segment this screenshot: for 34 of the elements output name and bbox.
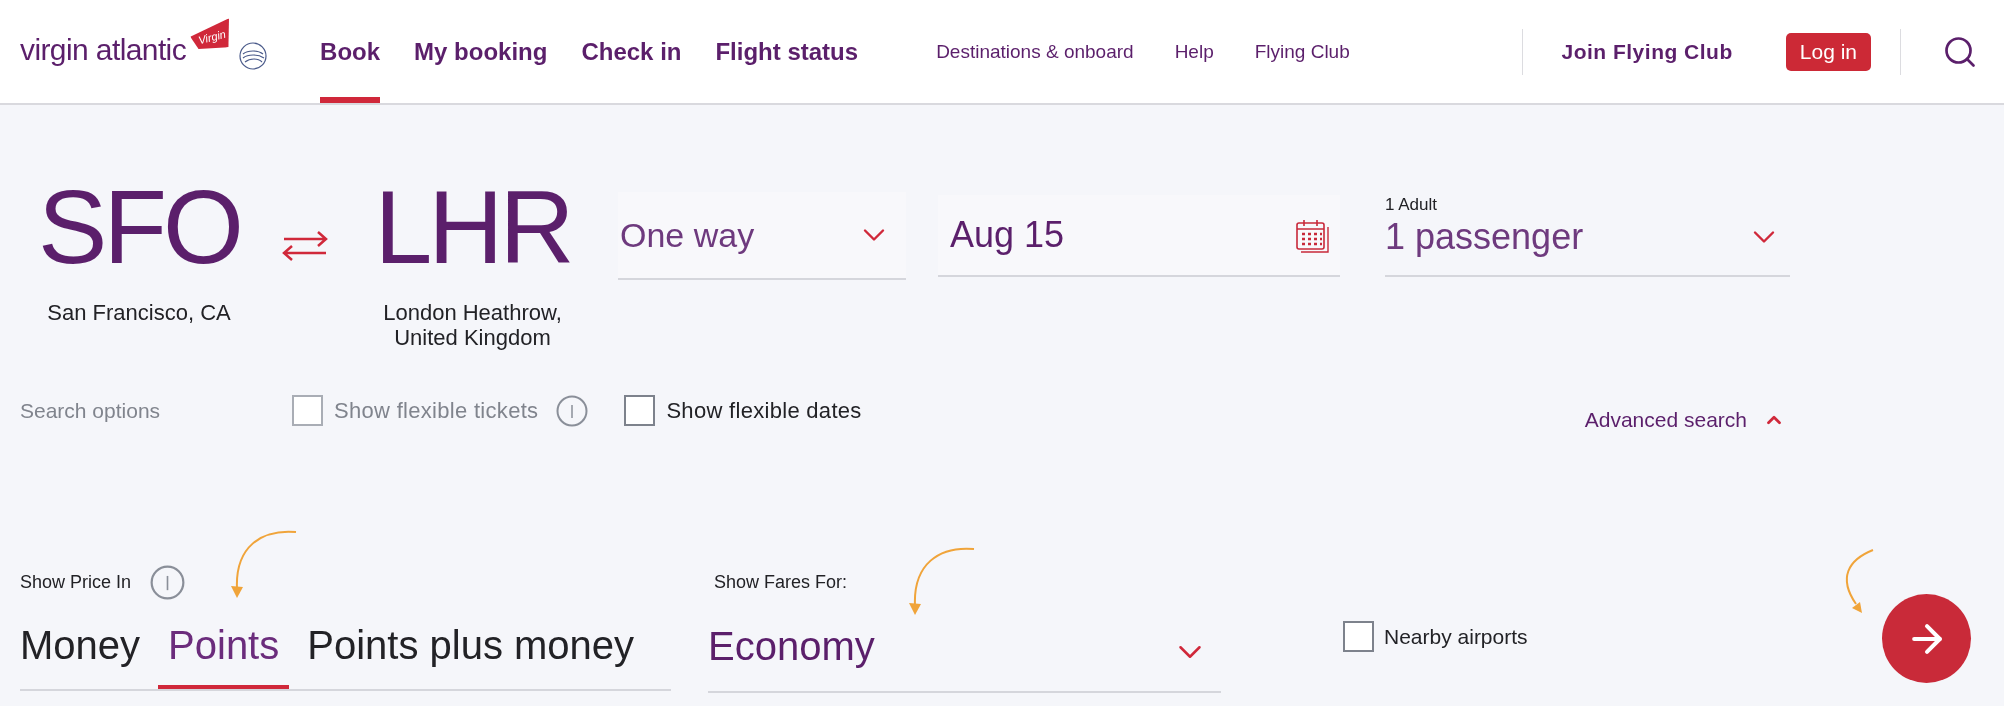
passenger-summary: 1 Adult [1385,195,1437,215]
price-label: Show Price In [20,571,132,594]
origin-code[interactable]: SFO [38,175,240,279]
nav-tab[interactable]: Flight status [715,0,859,103]
swap-icon[interactable] [282,230,328,262]
nav-link[interactable]: Flying Club [1254,38,1350,67]
price-tab[interactable]: Money [20,621,151,689]
passenger-dropdown[interactable]: 1 passenger [1385,215,1790,277]
curved-arrow-icon [909,546,975,616]
nav-link[interactable]: Help [1174,38,1214,67]
login-button[interactable]: Log in [1785,32,1871,71]
cabin-dropdown[interactable]: Economy [708,621,1221,693]
fares-label: Show Fares For: [714,571,848,594]
curved-arrow-icon [231,529,297,599]
advanced-search-link[interactable]: Advanced search [1584,403,1785,436]
nav-tab[interactable]: Check in [581,0,682,103]
checkbox[interactable] [624,395,656,426]
checkbox-label: Show flexible dates [666,397,862,425]
price-tab[interactable]: Points [158,621,290,689]
join-club-link[interactable]: Join Flying Club [1561,35,1733,68]
checkbox-label: Nearby airports [1384,624,1528,650]
checkbox-label: Show flexible tickets [334,397,539,425]
destination-city: London Heathrow, United Kingdom [382,300,563,350]
nav-tab[interactable]: My booking [414,0,548,103]
price-tab[interactable]: Points plus money [297,621,645,689]
info-icon[interactable] [150,565,186,600]
origin-city: San Francisco, CA [47,300,231,325]
calendar-icon [1295,217,1330,253]
search-options-label: Search options [20,397,162,424]
nav-link[interactable]: Destinations & onboard [936,38,1134,67]
logo-wordmark[interactable]: virgin atlantic [20,35,187,65]
checkbox[interactable] [1343,621,1374,653]
destination-code[interactable]: LHR [374,175,571,279]
emblem-icon [238,41,269,71]
